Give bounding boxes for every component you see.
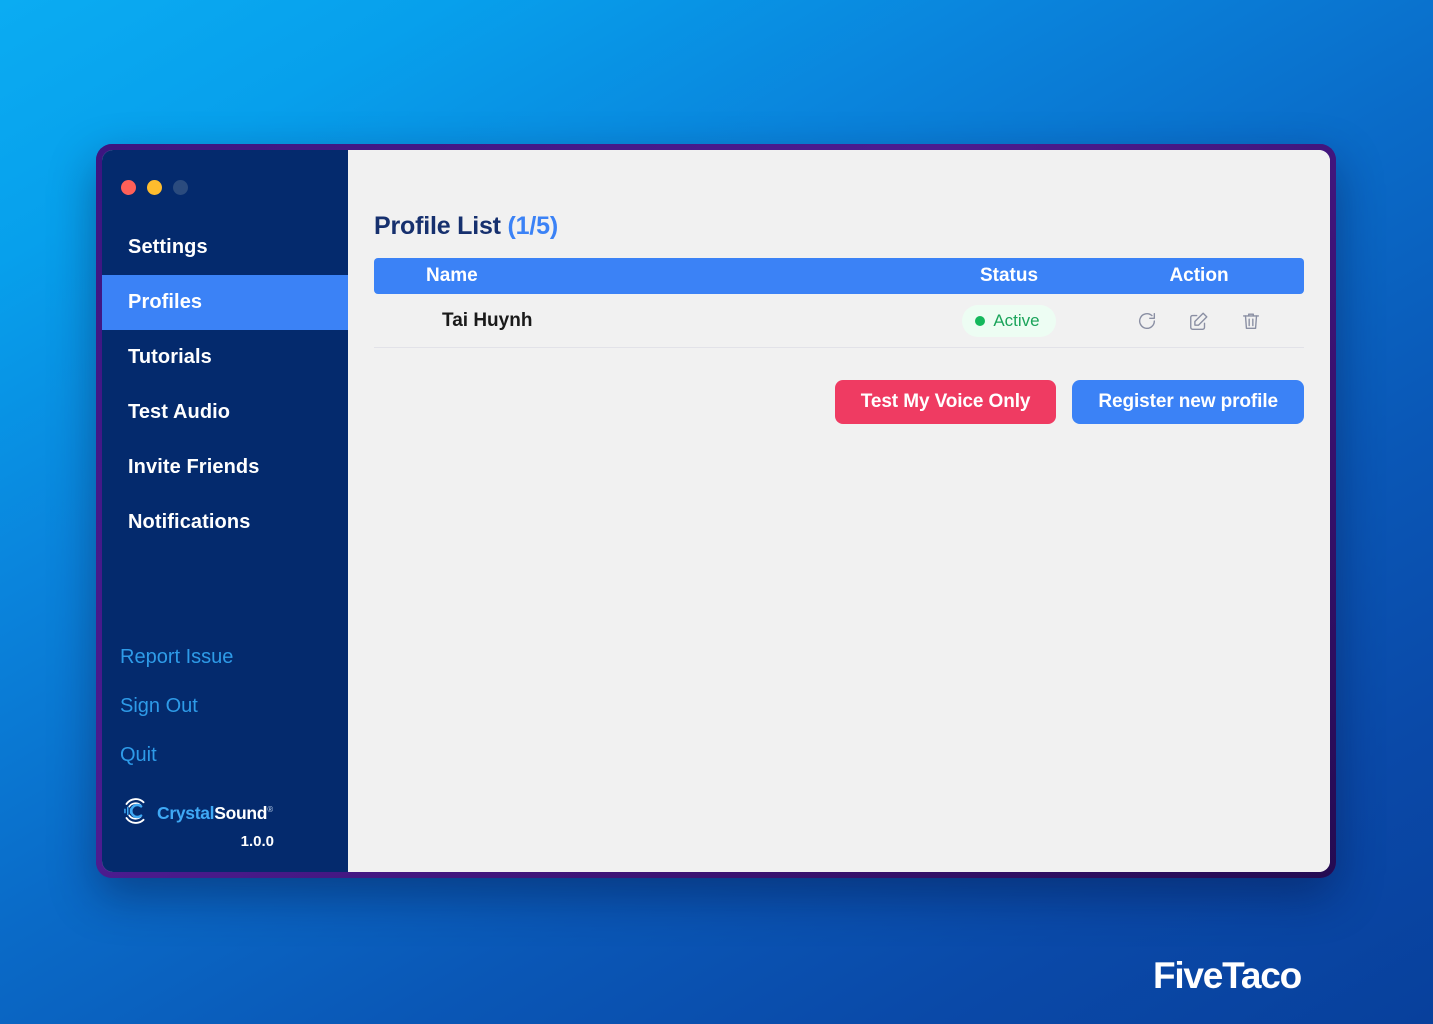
profile-actions-cell — [1124, 309, 1304, 333]
profile-table: Name Status Action Tai Huynh Active — [374, 258, 1304, 348]
brand-name-part1: Crystal — [157, 803, 215, 823]
brand-block: CrystalSound® 1.0.0 — [102, 782, 348, 872]
app-version: 1.0.0 — [240, 833, 274, 850]
status-label: Active — [993, 310, 1040, 330]
main-content: Profile List (1/5) Name Status Action Ta… — [348, 150, 1330, 872]
sidebar-item-settings[interactable]: Settings — [102, 220, 348, 275]
sidebar-item-label: Profiles — [128, 291, 203, 313]
edit-icon[interactable] — [1187, 309, 1211, 333]
sidebar-item-profiles[interactable]: Profiles — [102, 275, 348, 330]
sidebar-item-label: Invite Friends — [128, 456, 260, 478]
column-header-status: Status — [979, 265, 1039, 286]
sidebar-item-invite-friends[interactable]: Invite Friends — [102, 440, 348, 495]
column-header-action: Action — [1169, 265, 1229, 286]
registered-mark: ® — [267, 805, 273, 815]
report-issue-link[interactable]: Report Issue — [120, 633, 348, 682]
sidebar-nav: Settings Profiles Tutorials Test Audio I… — [102, 220, 348, 550]
sign-out-link[interactable]: Sign Out — [120, 682, 348, 731]
quit-link[interactable]: Quit — [120, 731, 348, 780]
sidebar-item-label: Settings — [128, 236, 208, 258]
status-dot-icon — [975, 315, 986, 326]
window-traffic-lights — [102, 150, 348, 206]
status-badge: Active — [962, 304, 1056, 337]
sidebar-item-label: Test Audio — [128, 401, 231, 423]
brand-wordmark: CrystalSound® — [157, 803, 273, 824]
brand-name-part2: Sound — [214, 803, 268, 823]
profile-status-cell: Active — [894, 304, 1124, 337]
sidebar-item-tutorials[interactable]: Tutorials — [102, 330, 348, 385]
column-header-name: Name — [426, 265, 478, 286]
action-button-row: Test My Voice Only Register new profile — [374, 380, 1304, 424]
page-title-text: Profile List — [374, 212, 501, 240]
soundwave-circle-icon — [120, 796, 150, 831]
profile-name: Tai Huynh — [442, 309, 533, 331]
application-window: Settings Profiles Tutorials Test Audio I… — [96, 144, 1336, 878]
minimize-window-button[interactable] — [147, 179, 162, 195]
sidebar-item-notifications[interactable]: Notifications — [102, 495, 348, 550]
maximize-window-button[interactable] — [173, 179, 188, 195]
sidebar-item-label: Tutorials — [128, 346, 212, 368]
page-title: Profile List (1/5) — [374, 212, 1304, 241]
sidebar-item-label: Notifications — [128, 511, 251, 533]
window-inner: Settings Profiles Tutorials Test Audio I… — [102, 150, 1330, 872]
sidebar-item-test-audio[interactable]: Test Audio — [102, 385, 348, 440]
close-window-button[interactable] — [121, 179, 136, 195]
table-row[interactable]: Tai Huynh Active — [374, 294, 1304, 348]
sidebar: Settings Profiles Tutorials Test Audio I… — [102, 150, 348, 872]
test-my-voice-button[interactable]: Test My Voice Only — [834, 380, 1057, 424]
fivetaco-watermark: FiveTaco — [1152, 955, 1302, 996]
sidebar-footer-links: Report Issue Sign Out Quit — [102, 633, 348, 782]
refresh-icon[interactable] — [1135, 309, 1159, 333]
brand-row: CrystalSound® — [120, 796, 348, 831]
table-header-row: Name Status Action — [374, 258, 1304, 294]
delete-icon[interactable] — [1239, 309, 1263, 333]
profile-count: (1/5) — [507, 212, 559, 240]
register-new-profile-button[interactable]: Register new profile — [1072, 380, 1304, 424]
